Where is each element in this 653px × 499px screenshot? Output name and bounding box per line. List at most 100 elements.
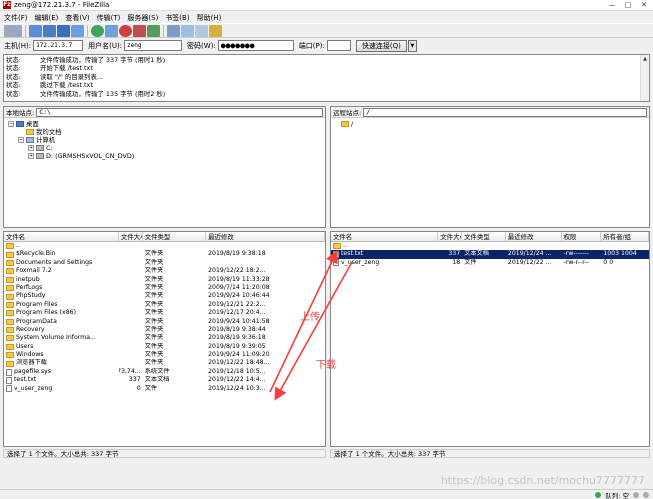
minimize-button[interactable]: — (605, 1, 619, 10)
menu-edit[interactable]: 编辑(E) (35, 13, 59, 23)
toggle-queue-icon[interactable] (71, 24, 84, 37)
local-file-list: 文件名 文件大小 文件类型 最近修改 ..$Recycle.Bin文件夹2019… (3, 231, 326, 447)
file-row[interactable]: Program Files (x86) 文件夹 2019/12/17 20:4... (4, 309, 325, 317)
folder-icon (6, 243, 14, 250)
process-queue-icon[interactable] (105, 24, 118, 37)
folder-icon (6, 259, 14, 266)
toolbar-separator (25, 24, 26, 37)
file-row[interactable]: .. (4, 242, 325, 250)
reconnect-icon[interactable] (147, 24, 160, 37)
file-row[interactable]: Foxmail 7.2 文件夹 2019/12/22 18:2... (4, 267, 325, 275)
column-filetype[interactable]: 文件类型 (462, 232, 506, 241)
remote-site-bar: 远程站点: / (331, 107, 649, 118)
folder-icon (6, 276, 14, 283)
menu-view[interactable]: 查看(V) (65, 13, 89, 23)
tree-node-root[interactable]: / (335, 120, 645, 128)
site-manager-icon[interactable] (4, 24, 22, 37)
log-row: 状态: 开始下载 /test.txt (6, 64, 93, 73)
column-filename[interactable]: 文件名 (4, 232, 119, 241)
menu-file[interactable]: 文件(F) (4, 13, 28, 23)
file-row[interactable]: test.txt 337 文本文档 2019/12/22 14:4... (4, 376, 325, 384)
host-input[interactable]: 172.21.3.7 (33, 40, 84, 51)
folder-icon (6, 327, 14, 334)
file-row-selected[interactable]: test.txt 337 文本文档 2019/12/24 ... -rw------- 1… (331, 250, 649, 259)
file-row[interactable]: pagefile.sys1,073,74...系统文件2019/12/18 10… (4, 368, 325, 376)
file-row[interactable]: System Volume Informa... 文件夹 2019/8/19 9:3… (4, 334, 325, 342)
toggle-local-tree-icon[interactable] (43, 24, 56, 37)
file-row[interactable]: v_user_zeng 0 文件 2019/12/24 10:3... (4, 385, 325, 393)
tree-node-documents[interactable]: 我的文档 (8, 128, 321, 136)
menu-bookmarks[interactable]: 书签(B) (165, 13, 189, 23)
local-status: 选择了 1 个文件。大小总共: 337 字节 (3, 449, 326, 458)
filter-icon[interactable] (181, 24, 194, 37)
toggle-remote-tree-icon[interactable] (57, 24, 70, 37)
file-row[interactable]: $Recycle.Bin 文件夹 2019/8/19 9:38:18 (4, 250, 325, 258)
tree-node-computer[interactable]: − 计算机 (8, 136, 321, 144)
queue-label: 队列: 空 (605, 492, 629, 499)
remote-rows: .. test.txt 337 文本文档 2019/12/24 ... -rw------… (331, 242, 649, 267)
port-input[interactable] (326, 40, 351, 51)
log-row: 状态: 文件传输成功，传输了 135 字节 (用时2 秒) (6, 89, 166, 98)
column-modified[interactable]: 最近修改 (206, 232, 325, 241)
local-path-input[interactable]: C:\ (36, 107, 323, 117)
directory-listing-icon[interactable] (167, 24, 180, 37)
file-row[interactable]: inetpub 文件夹 2019/8/19 11:33:28 (4, 276, 325, 284)
file-row[interactable]: 浏览器下载 文件夹 2019/12/22 18:48... (4, 359, 325, 367)
file-row[interactable]: Windows 文件夹 2019/9/24 11:09:20 (4, 351, 325, 359)
drive-icon (36, 153, 44, 159)
file-icon (6, 376, 12, 384)
menu-transfer[interactable]: 传输(T) (97, 13, 121, 23)
file-row[interactable]: Documents and Settings 文件夹 (4, 259, 325, 267)
column-filesize[interactable]: 文件大小 (119, 232, 143, 241)
log-scrollbar[interactable]: ▲ (640, 55, 649, 101)
queue-status-icon (595, 492, 602, 498)
sync-browse-icon[interactable] (195, 24, 208, 37)
toggle-log-icon[interactable] (29, 24, 42, 37)
log-row: 状态: 读取 "/" 的目录列表... (6, 72, 103, 81)
remote-file-list: 文件名 文件大小 文件类型 最近修改 权限 所有者/组 ..test.txt33… (330, 231, 650, 447)
cancel-icon[interactable] (119, 24, 132, 37)
file-row[interactable]: v_user_zeng 18 文件 2019/12/22 ... -rw-r--r-- 0… (331, 259, 649, 267)
tree-node-drive-d[interactable]: + D: (GRMSHSxVOL_CN_DVD) (8, 152, 321, 160)
folder-icon (6, 301, 14, 308)
window-title: zeng@172.21.3.7 - FileZilla (14, 1, 110, 9)
password-input[interactable]: ●●●●●●● (217, 40, 294, 51)
remote-site-label: 远程站点: (333, 107, 362, 117)
file-row[interactable]: PerfLogs 文件夹 2009/7/14 11:20:08 (4, 284, 325, 292)
menu-server[interactable]: 服务器(S) (127, 13, 158, 23)
scroll-up-icon[interactable]: ▲ (641, 55, 649, 64)
file-row[interactable]: PhpStudy 文件夹 2019/9/24 10:46:44 (4, 292, 325, 300)
column-filesize[interactable]: 文件大小 (438, 232, 463, 241)
column-filename[interactable]: 文件名 (331, 232, 439, 241)
refresh-icon[interactable] (91, 24, 104, 37)
maximize-button[interactable]: □ (621, 1, 635, 10)
tree-node-drive-c[interactable]: + C: (8, 144, 321, 152)
file-row[interactable]: Program Files 文件夹 2019/12/21 22:2... (4, 301, 325, 309)
column-owner[interactable]: 所有者/组 (601, 232, 649, 241)
file-row[interactable]: Users 文件夹 2019/8/19 9:39:05 (4, 343, 325, 351)
search-icon[interactable] (209, 24, 222, 37)
close-button[interactable]: ✕ (637, 1, 651, 10)
folder-icon (333, 243, 341, 250)
local-list-header: 文件名 文件大小 文件类型 最近修改 (4, 232, 325, 242)
quickconnect-button[interactable]: 快速连接(Q) (355, 39, 407, 52)
file-row[interactable]: Recovery 文件夹 2019/8/19 9:38:44 (4, 326, 325, 334)
filezilla-icon: Fz (3, 1, 11, 9)
tree-node-desktop[interactable]: − 桌面 (8, 120, 321, 128)
quickconnect-dropdown[interactable]: ▼ (407, 39, 417, 52)
remote-path-input[interactable]: / (363, 107, 647, 117)
column-permissions[interactable]: 权限 (562, 232, 602, 241)
column-modified[interactable]: 最近修改 (506, 232, 562, 241)
column-filetype[interactable]: 文件类型 (143, 232, 207, 241)
toolbar (0, 23, 653, 38)
watermark: https://blog.csdn.net/mochu7777777 (440, 474, 645, 487)
remote-list-header: 文件名 文件大小 文件类型 最近修改 权限 所有者/组 (331, 232, 649, 242)
local-site-label: 本地站点: (6, 107, 35, 117)
menu-help[interactable]: 帮助(H) (197, 13, 222, 23)
file-row[interactable]: .. (331, 242, 649, 250)
log-row: 状态: 文件传输成功，传输了 337 字节 (用时1 秒) (6, 56, 166, 64)
disconnect-icon[interactable] (133, 24, 146, 37)
file-row[interactable]: ProgramData 文件夹 2019/9/24 10:41:58 (4, 318, 325, 326)
username-input[interactable]: zeng (124, 40, 183, 51)
window-controls: — □ ✕ (605, 1, 651, 10)
